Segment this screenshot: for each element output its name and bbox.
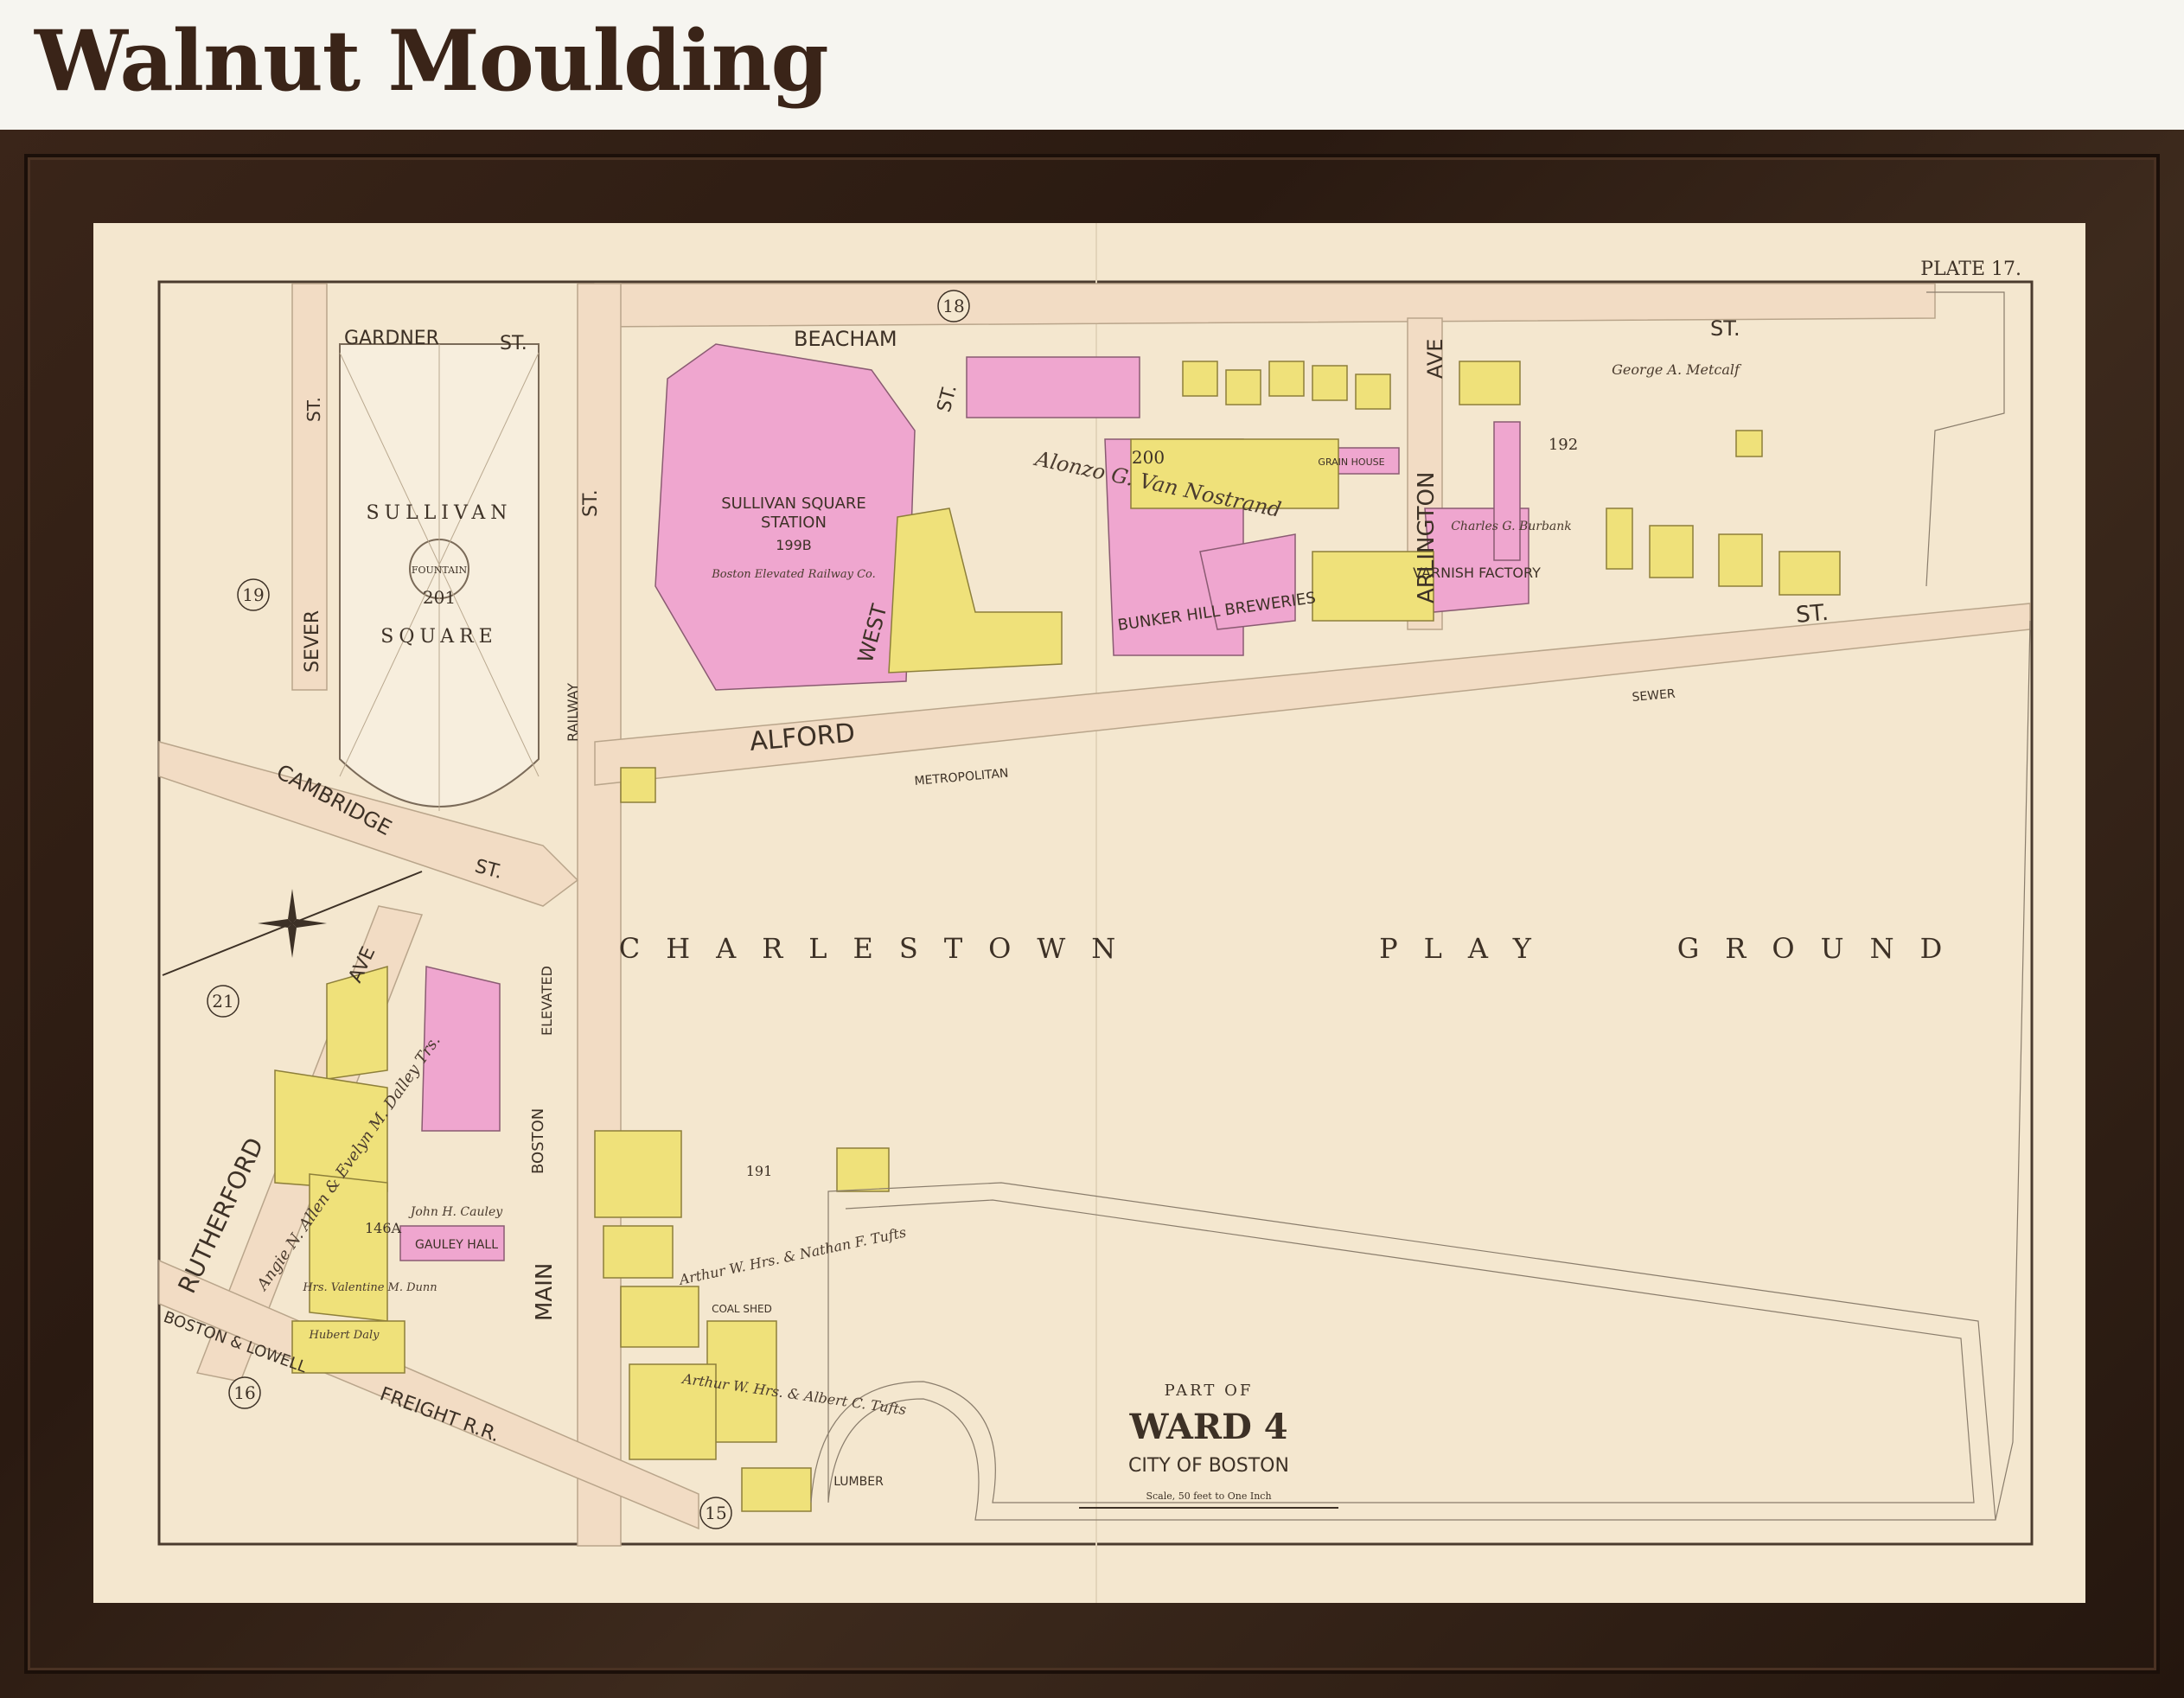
gauley-hall-label: GAULEY HALL: [415, 1238, 498, 1252]
plate-ref-15: 15: [705, 1503, 726, 1523]
street-label-sever-st: ST.: [303, 397, 324, 422]
playground-label-1: CHARLESTOWN: [619, 932, 1142, 965]
place-fountain: FOUNTAIN: [412, 565, 468, 576]
street-label-main: MAIN: [532, 1263, 558, 1321]
lot-200: 200: [1132, 447, 1165, 468]
lot-201: 201: [423, 587, 456, 608]
lot-191: 191: [746, 1163, 773, 1179]
street-label-arlington: ARLINGTON: [1414, 472, 1440, 603]
street-label-alford-st: ST.: [1795, 600, 1830, 629]
street-label-arlington-ave: AVE: [1423, 339, 1447, 379]
street-label-gardner: GARDNER: [344, 328, 439, 349]
lot-199b: 199B: [776, 537, 812, 553]
place-sullivan: SULLIVAN: [366, 502, 512, 524]
playground-label-2: PLAY: [1379, 932, 1557, 965]
owner-cauley: John H. Cauley: [408, 1205, 503, 1219]
owner-dunn: Hrs. Valentine M. Dunn: [302, 1281, 437, 1294]
owner-hubert: Hubert Daly: [309, 1329, 380, 1342]
street-label-elevated: ELEVATED: [539, 966, 555, 1036]
playground-label-3: GROUND: [1677, 932, 1969, 965]
street-label-boston: BOSTON: [529, 1108, 547, 1174]
street-label-beacham: BEACHAM: [794, 327, 897, 351]
varnish-factory-label: VARNISH FACTORY: [1413, 565, 1541, 581]
owner-metcalf: George A. Metcalf: [1612, 361, 1742, 378]
owner-burbank: Charles G. Burbank: [1451, 520, 1572, 533]
page-heading: Walnut Moulding: [35, 12, 829, 110]
plate-label: PLATE 17.: [1920, 259, 2021, 280]
grain-house-label: GRAIN HOUSE: [1318, 456, 1384, 468]
place-square: SQUARE: [380, 626, 497, 648]
lumber-label: LUMBER: [833, 1475, 884, 1489]
street-label-sever: SEVER: [302, 610, 323, 673]
street-label-gardner-st: ST.: [500, 333, 527, 354]
plate-ref-16: 16: [233, 1382, 255, 1403]
station-owner: Boston Elevated Railway Co.: [711, 568, 876, 581]
scale-text: Scale, 50 feet to One Inch: [1146, 1491, 1271, 1502]
sullivan-square: [339, 343, 540, 811]
plate-ref-19: 19: [242, 584, 264, 605]
street-label-beacham-st: ST.: [1710, 316, 1740, 341]
plate-ref-18: 18: [942, 296, 964, 316]
plate-ref-21: 21: [212, 991, 233, 1012]
title-ward: WARD 4: [1128, 1407, 1287, 1447]
street-label-main-st: ST.: [580, 489, 602, 517]
station-label-2: STATION: [761, 514, 827, 532]
title-part-of: PART OF: [1165, 1382, 1254, 1400]
title-city: CITY OF BOSTON: [1128, 1455, 1289, 1477]
lot-146a: 146A: [365, 1220, 402, 1236]
station-label-1: SULLIVAN SQUARE: [721, 495, 866, 513]
lot-192: 192: [1549, 436, 1578, 454]
street-label-railway: RAILWAY: [565, 683, 581, 742]
ward-map: GARDNER ST. BEACHAM ST. SEVER ST. ST. WE…: [93, 223, 2085, 1603]
coal-shed-label: COAL SHED: [712, 1303, 772, 1315]
